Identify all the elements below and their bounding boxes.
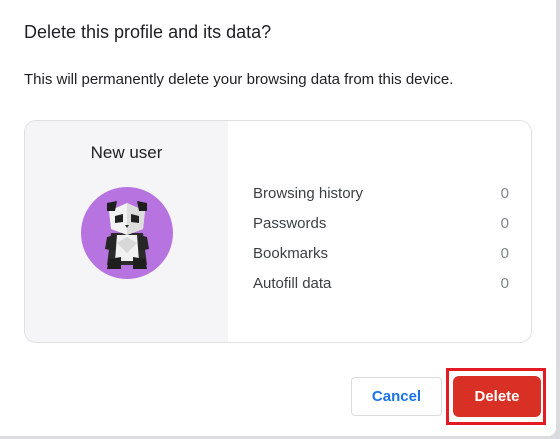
list-item: Autofill data 0	[253, 268, 509, 298]
stat-value: 0	[500, 184, 509, 202]
cancel-button[interactable]: Cancel	[351, 377, 442, 416]
stat-label: Autofill data	[253, 274, 332, 292]
stat-value: 0	[500, 214, 509, 232]
profile-info-panel: New user	[25, 121, 228, 342]
profile-data-panel: Browsing history 0 Passwords 0 Bookmarks…	[228, 121, 531, 342]
avatar	[81, 187, 173, 279]
stat-value: 0	[500, 244, 509, 262]
stat-label: Bookmarks	[253, 244, 329, 262]
dialog-description: This will permanently delete your browsi…	[24, 71, 454, 88]
data-summary-list: Browsing history 0 Passwords 0 Bookmarks…	[253, 178, 509, 298]
stat-label: Passwords	[253, 214, 327, 232]
profile-summary-card: New user Browsing history 0 Passwords 0 …	[24, 120, 532, 343]
panda-avatar-icon	[105, 201, 149, 269]
dialog-title: Delete this profile and its data?	[24, 22, 272, 42]
stat-label: Browsing history	[253, 184, 364, 202]
list-item: Passwords 0	[253, 208, 509, 238]
profile-name: New user	[90, 143, 163, 162]
list-item: Bookmarks 0	[253, 238, 509, 268]
list-item: Browsing history 0	[253, 178, 509, 208]
delete-button[interactable]: Delete	[453, 376, 541, 417]
delete-profile-dialog: Delete this profile and its data? This w…	[0, 0, 556, 436]
stat-value: 0	[500, 274, 509, 292]
